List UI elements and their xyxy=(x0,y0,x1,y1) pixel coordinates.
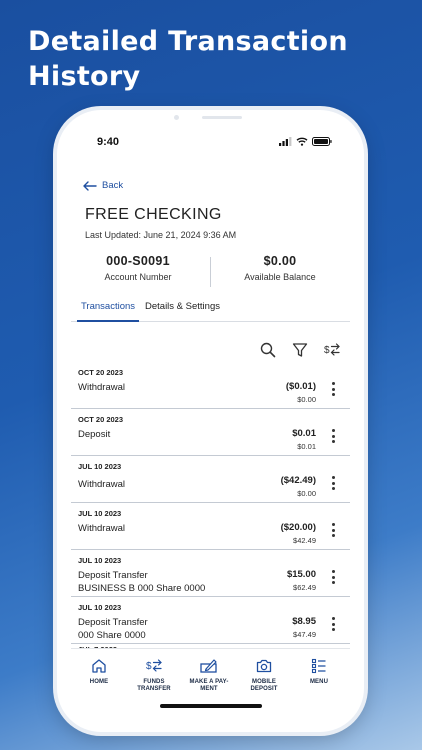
tab-bar: Transactions Details & Settings xyxy=(71,300,350,322)
more-options-icon[interactable] xyxy=(326,473,340,493)
nav-home[interactable]: HOME xyxy=(72,657,126,686)
bottom-nav: HOME $ FUNDS TRANSFER MAKE A PAY- MENT M… xyxy=(71,648,350,710)
more-options-icon[interactable] xyxy=(326,520,340,540)
transaction-row[interactable]: JUL 10 2023 Withdrawal ($20.00) $42.49 xyxy=(71,503,350,550)
signal-icon xyxy=(279,137,292,146)
summary-divider xyxy=(210,257,211,287)
transaction-date: OCT 20 2023 xyxy=(78,415,124,424)
transaction-balance: $47.49 xyxy=(293,630,316,639)
more-options-icon[interactable] xyxy=(326,379,340,399)
transfer-icon: $ xyxy=(127,657,181,675)
transaction-description: Withdrawal xyxy=(78,479,125,490)
svg-text:$: $ xyxy=(146,661,152,672)
filter-icon[interactable] xyxy=(290,340,310,360)
available-balance-block: $0.00 Available Balance xyxy=(215,254,345,282)
headline-line-1: Detailed Transaction xyxy=(28,26,348,57)
nav-menu-label: MENU xyxy=(309,679,329,685)
account-title: FREE CHECKING xyxy=(85,206,222,223)
account-summary: 000-S0091 Account Number $0.00 Available… xyxy=(71,254,350,290)
transaction-amount: ($42.49) xyxy=(280,475,316,486)
more-options-icon[interactable] xyxy=(326,614,340,634)
available-balance-label: Available Balance xyxy=(244,272,316,282)
transaction-balance: $0.00 xyxy=(297,395,316,404)
payment-icon xyxy=(182,657,236,675)
transaction-description: Deposit Transfer BUSINESS B 000 Share 000… xyxy=(78,570,206,594)
transaction-balance: $0.01 xyxy=(297,442,316,451)
search-icon[interactable] xyxy=(258,340,278,360)
nav-mobile-deposit-label: MOBILE DEPOSIT xyxy=(250,679,278,692)
menu-icon xyxy=(292,657,346,675)
page-headline: Detailed Transaction History xyxy=(28,24,348,94)
available-balance-value: $0.00 xyxy=(263,254,297,268)
transaction-balance: $42.49 xyxy=(293,536,316,545)
nav-make-payment-label: MAKE A PAY- MENT xyxy=(189,679,229,692)
battery-icon xyxy=(312,137,332,146)
transaction-amount: ($0.01) xyxy=(285,381,316,392)
nav-funds-transfer-label: FUNDS TRANSFER xyxy=(137,679,171,692)
transaction-date: JUL 10 2023 xyxy=(78,509,122,518)
headline-line-2: History xyxy=(28,61,141,92)
phone-frame: 9:40 Back FREE CHECKING Last Updated: Ju… xyxy=(57,110,364,732)
home-indicator[interactable] xyxy=(160,704,262,708)
transaction-description: Deposit xyxy=(78,429,111,440)
transaction-description: Withdrawal xyxy=(78,382,125,393)
more-options-icon[interactable] xyxy=(326,426,340,446)
app-screen: 9:40 Back FREE CHECKING Last Updated: Ju… xyxy=(71,124,350,720)
nav-make-payment[interactable]: MAKE A PAY- MENT xyxy=(182,657,236,693)
tab-transactions[interactable]: Transactions xyxy=(77,300,139,322)
sort-icon[interactable]: $ xyxy=(322,340,342,360)
transaction-balance: $0.00 xyxy=(297,489,316,498)
wifi-icon xyxy=(296,137,308,146)
speaker-grille xyxy=(202,116,242,119)
nav-menu[interactable]: MENU xyxy=(292,657,346,686)
transaction-row[interactable]: JUL 10 2023 Deposit Transfer 000 Share 00… xyxy=(71,597,350,644)
back-label: Back xyxy=(102,180,124,191)
back-button[interactable]: Back xyxy=(83,180,123,191)
transaction-description: Deposit Transfer 000 Share 0000 xyxy=(78,617,148,641)
transaction-date: JUL 10 2023 xyxy=(78,462,122,471)
tab-details-settings[interactable]: Details & Settings xyxy=(145,300,220,322)
last-updated: Last Updated: June 21, 2024 9:36 AM xyxy=(85,230,237,240)
transaction-description: Withdrawal xyxy=(78,523,125,534)
camera-icon xyxy=(237,657,291,675)
transaction-amount: ($20.00) xyxy=(280,522,316,533)
account-number-value: 000-S0091 xyxy=(106,254,170,268)
transaction-date: JUL 10 2023 xyxy=(78,603,122,612)
transaction-row[interactable]: JUL 10 2023 Deposit Transfer BUSINESS B 0… xyxy=(71,550,350,597)
camera-dot xyxy=(174,115,179,120)
home-icon xyxy=(72,657,126,675)
status-bar: 9:40 xyxy=(71,134,350,152)
account-number-label: Account Number xyxy=(104,272,172,282)
nav-mobile-deposit[interactable]: MOBILE DEPOSIT xyxy=(237,657,291,693)
transaction-row[interactable]: OCT 20 2023 Withdrawal ($0.01) $0.00 xyxy=(71,362,350,409)
transaction-row[interactable]: JUL 10 2023 Withdrawal ($42.49) $0.00 xyxy=(71,456,350,503)
status-time: 9:40 xyxy=(97,136,120,148)
transaction-amount: $8.95 xyxy=(292,616,316,627)
list-toolbar: $ xyxy=(258,340,342,360)
account-number-block: 000-S0091 Account Number xyxy=(73,254,203,282)
nav-funds-transfer[interactable]: $ FUNDS TRANSFER xyxy=(127,657,181,693)
transaction-amount: $15.00 xyxy=(286,569,316,580)
svg-text:$: $ xyxy=(324,345,330,356)
transaction-balance: $62.49 xyxy=(293,583,316,592)
more-options-icon[interactable] xyxy=(326,567,340,587)
transaction-date: OCT 20 2023 xyxy=(78,368,124,377)
transaction-amount: $0.01 xyxy=(292,428,316,439)
back-arrow-icon xyxy=(83,180,97,191)
transaction-date: JUL 10 2023 xyxy=(78,556,122,565)
status-icons xyxy=(279,137,332,146)
transaction-row[interactable]: OCT 20 2023 Deposit $0.01 $0.01 xyxy=(71,409,350,456)
transaction-list: OCT 20 2023 Withdrawal ($0.01) $0.00 OCT… xyxy=(71,362,350,654)
nav-home-label: HOME xyxy=(89,679,109,685)
